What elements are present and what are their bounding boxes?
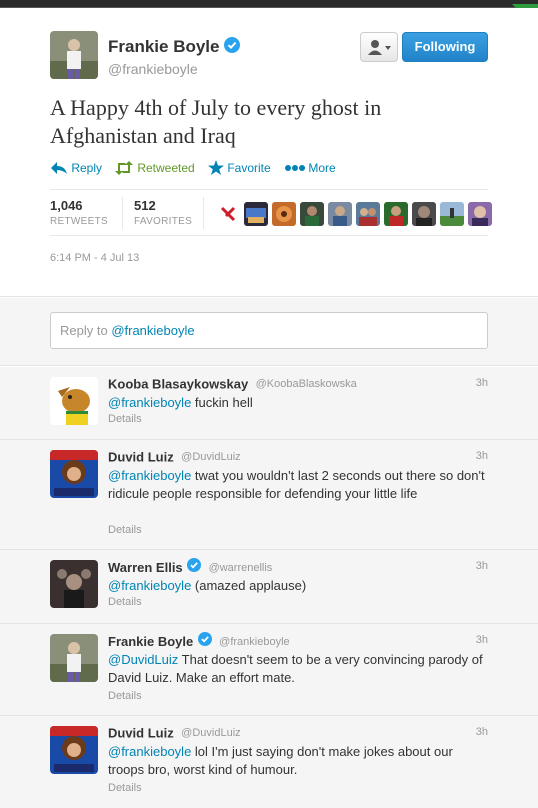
more-dots-icon [285,164,305,171]
reply-handle[interactable]: @warrenellis [209,562,273,574]
reply-time[interactable]: 3h [476,634,488,646]
tweet-stats: 1,046 RETWEETS 512 FAVORITES [50,189,492,236]
reply-header: Warren Ellis @warrenellis [108,558,272,577]
reply-time[interactable]: 3h [476,560,488,572]
reply-name[interactable]: Kooba Blasaykowskay [108,376,248,391]
reply-mention-link[interactable]: @frankieboyle [108,744,191,759]
reply-icon [51,161,67,174]
main-tweet: Frankie Boyle @frankieboyle Following A … [0,8,538,297]
reply-header: Kooba Blasaykowskay @KoobaBlaskowska [108,375,357,393]
reply-input[interactable]: Reply to @frankieboyle [50,312,488,349]
avatar[interactable] [50,31,98,79]
favorite-label[interactable]: Favorite [227,161,270,175]
reply-mention-link[interactable]: @frankieboyle [108,395,191,410]
retweeted-label[interactable]: Retweeted [137,161,194,175]
favoriter-avatar[interactable] [328,202,352,226]
verified-badge-icon [224,37,241,58]
avatar[interactable] [50,634,98,682]
reply-body: (amazed applause) [191,578,307,593]
avatar[interactable] [50,726,98,774]
reply-text: @frankieboyle lol I'm just saying don't … [108,743,488,779]
reply-tweet[interactable]: Warren Ellis @warrenellis 3h @frankieboy… [0,550,538,624]
details-link[interactable]: Details [108,690,142,702]
reply-body: fuckin hell [191,395,253,410]
reply-area: Reply to @frankieboyle [0,298,538,366]
stat-divider [203,197,204,229]
avatar[interactable] [50,377,98,425]
details-link[interactable]: Details [108,782,142,794]
favorite-action[interactable]: Favorite [208,160,271,176]
top-nav-bar [0,0,538,8]
reply-name[interactable]: Warren Ellis [108,560,183,575]
reply-name[interactable]: Duvid Luiz [108,725,174,740]
avatar[interactable] [50,450,98,498]
reply-handle[interactable]: @DuvidLuiz [181,451,240,463]
reply-label[interactable]: Reply [71,161,102,175]
reply-text: @frankieboyle fuckin hell [108,394,488,412]
stat-divider [122,197,123,229]
reply-mention-link[interactable]: @frankieboyle [108,578,191,593]
reply-tweet[interactable]: Kooba Blasaykowskay @KoobaBlaskowska 3h … [0,367,538,440]
favoriter-avatar[interactable] [244,202,268,226]
reply-time[interactable]: 3h [476,450,488,462]
reply-handle[interactable]: @frankieboyle [219,636,289,648]
avatar[interactable] [50,560,98,608]
verified-badge-icon [187,558,202,577]
retweet-icon [115,160,133,175]
verified-badge-icon [197,632,212,651]
favoriter-avatar[interactable] [356,202,380,226]
screen-name[interactable]: @frankieboyle [108,61,198,77]
retweets-count[interactable]: 1,046 [50,198,83,213]
retweeted-action[interactable]: Retweeted [114,160,195,175]
retweets-label: RETWEETS [50,216,108,227]
tweet-timestamp[interactable]: 6:14 PM - 4 Jul 13 [50,252,139,264]
favoriter-avatar[interactable] [300,202,324,226]
reply-action[interactable]: Reply [50,160,102,175]
favoriter-avatar[interactable] [384,202,408,226]
reply-tweet[interactable]: Duvid Luiz @DuvidLuiz 3h @frankieboyle l… [0,716,538,808]
reply-mention: @frankieboyle [111,323,195,338]
following-button[interactable]: Following [402,32,488,62]
reply-header: Duvid Luiz @DuvidLuiz [108,448,241,466]
replies-list: Kooba Blasaykowskay @KoobaBlaskowska 3h … [0,367,538,808]
more-label[interactable]: More [308,161,335,175]
reply-placeholder: Reply to [60,323,112,338]
reply-name[interactable]: Duvid Luiz [108,449,174,464]
favoriter-avatar[interactable] [412,202,436,226]
display-name-text[interactable]: Frankie Boyle [108,37,220,56]
reply-handle[interactable]: @DuvidLuiz [181,727,240,739]
reply-mention-link[interactable]: @frankieboyle [108,468,191,483]
reply-text: @frankieboyle (amazed applause) [108,577,488,595]
display-name[interactable]: Frankie Boyle [108,37,241,58]
reply-text: @frankieboyle twat you wouldn't last 2 s… [108,467,488,503]
details-link[interactable]: Details [108,524,142,536]
reply-handle[interactable]: @KoobaBlaskowska [256,378,357,390]
reply-header: Frankie Boyle @frankieboyle [108,632,290,651]
reply-tweet[interactable]: Duvid Luiz @DuvidLuiz 3h @frankieboyle t… [0,440,538,550]
star-icon [208,160,224,176]
favorites-label: FAVORITES [134,216,193,227]
reply-time[interactable]: 3h [476,726,488,738]
reply-name[interactable]: Frankie Boyle [108,634,193,649]
tweet-text: A Happy 4th of July to every ghost in Af… [50,95,382,148]
reply-time[interactable]: 3h [476,377,488,389]
favoriter-avatar[interactable] [272,202,296,226]
details-link[interactable]: Details [108,596,142,608]
favorites-count[interactable]: 512 [134,198,156,213]
user-dropdown-icon [368,40,391,55]
favoriter-avatar[interactable] [440,202,464,226]
more-action[interactable]: More [285,160,336,175]
user-dropdown-button[interactable] [360,32,398,62]
reply-mention-link[interactable]: @DuvidLuiz [108,652,178,667]
favoriter-avatar[interactable] [216,202,240,226]
reply-tweet[interactable]: Frankie Boyle @frankieboyle 3h @DuvidLui… [0,624,538,716]
reply-text: @DuvidLuiz That doesn't seem to be a ver… [108,651,488,687]
reply-header: Duvid Luiz @DuvidLuiz [108,724,241,742]
favoriter-avatar[interactable] [468,202,492,226]
details-link[interactable]: Details [108,413,142,425]
